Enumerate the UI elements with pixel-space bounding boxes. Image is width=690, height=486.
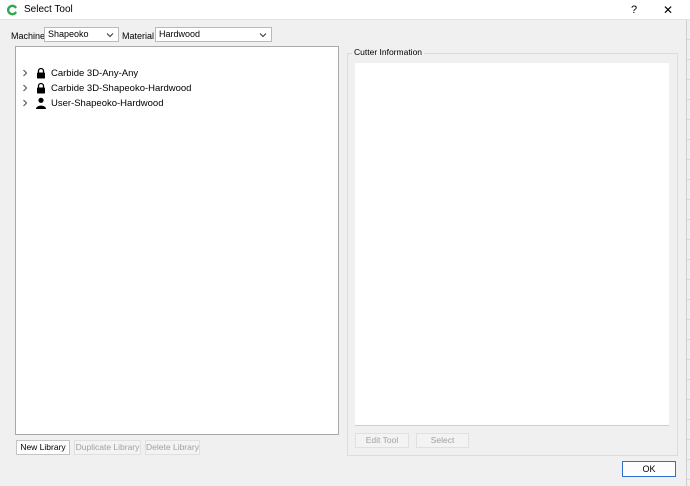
tree-item-user-shapeoko[interactable]: User-Shapeoko-Hardwood: [20, 96, 163, 110]
duplicate-library-button[interactable]: Duplicate Library: [74, 440, 141, 455]
select-button[interactable]: Select: [416, 433, 469, 448]
help-button[interactable]: ?: [622, 1, 646, 19]
cutter-information-area: [355, 63, 669, 426]
tree-item-label: Carbide 3D-Shapeoko-Hardwood: [51, 82, 192, 94]
cutter-information-title: Cutter Information: [352, 47, 425, 57]
window-title: Select Tool: [24, 4, 73, 15]
chevron-right-icon[interactable]: [20, 98, 30, 108]
chevron-down-icon: [106, 33, 114, 38]
chevron-down-icon: [259, 33, 267, 38]
close-button[interactable]: ✕: [656, 1, 680, 19]
tree-item-carbide-shapeoko[interactable]: Carbide 3D-Shapeoko-Hardwood: [20, 81, 191, 95]
chevron-right-icon[interactable]: [20, 68, 30, 78]
carbide-app-icon: [6, 4, 17, 16]
machine-dropdown[interactable]: Shapeoko: [44, 27, 119, 42]
lock-icon: [37, 82, 45, 94]
material-dropdown-value: Hardwood: [159, 29, 201, 39]
ok-button[interactable]: OK: [622, 461, 676, 477]
material-label: Material: [122, 31, 155, 41]
machine-dropdown-value: Shapeoko: [48, 29, 89, 39]
edit-tool-button[interactable]: Edit Tool: [355, 433, 409, 448]
machine-label: Machine: [11, 31, 46, 41]
tree-item-carbide-any[interactable]: Carbide 3D-Any-Any: [20, 66, 138, 80]
tree-item-label: User-Shapeoko-Hardwood: [51, 97, 164, 109]
delete-library-button[interactable]: Delete Library: [145, 440, 200, 455]
chevron-right-icon[interactable]: [20, 83, 30, 93]
title-bar[interactable]: Select Tool ? ✕: [0, 0, 690, 20]
window-edge: [686, 20, 690, 486]
lock-icon: [37, 67, 45, 79]
new-library-button[interactable]: New Library: [16, 440, 70, 455]
user-icon: [36, 97, 46, 109]
material-dropdown[interactable]: Hardwood: [155, 27, 272, 42]
library-tree[interactable]: Carbide 3D-Any-Any Carbide 3D-Shapeoko-H…: [15, 46, 339, 435]
tree-item-label: Carbide 3D-Any-Any: [51, 67, 139, 79]
